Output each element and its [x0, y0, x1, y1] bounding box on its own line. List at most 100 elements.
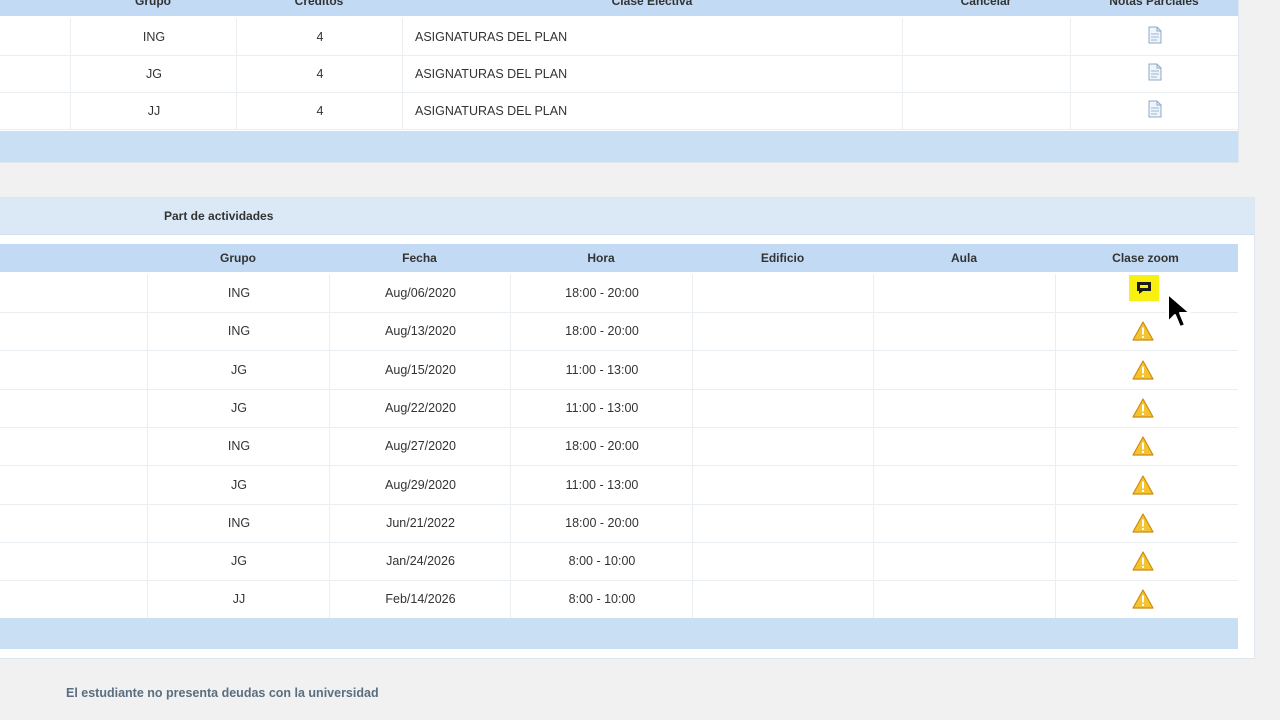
warning-icon[interactable] — [1132, 551, 1154, 571]
empty-cell — [0, 55, 70, 92]
cell-fecha: Aug/29/2020 — [329, 465, 511, 504]
cell-aula — [873, 350, 1056, 389]
cell-edificio — [692, 465, 874, 504]
cell-hora: 8:00 - 10:00 — [510, 580, 693, 619]
table-row: JG Aug/22/2020 11:00 - 13:00 — [0, 388, 1238, 428]
empty-cell — [0, 542, 147, 580]
warning-icon[interactable] — [1132, 474, 1154, 495]
table-row: JG Aug/15/2020 11:00 - 13:00 — [0, 350, 1238, 390]
header-grupo: Grupo — [220, 251, 256, 265]
cell-creditos: 4 — [236, 18, 403, 55]
cell-aula — [873, 580, 1056, 619]
clase-zoom-cell — [1055, 427, 1236, 466]
activities-panel: Part de actividades Grupo Fecha Hora Edi… — [0, 197, 1255, 659]
empty-cell — [0, 351, 147, 389]
warning-icon[interactable] — [1132, 398, 1154, 418]
empty-cell — [0, 504, 147, 542]
cell-aula — [873, 503, 1056, 542]
warning-icon[interactable] — [1132, 436, 1154, 456]
cell-grupo: ING — [147, 312, 330, 351]
cell-fecha: Aug/22/2020 — [329, 388, 511, 427]
header-aula: Aula — [950, 251, 977, 265]
clase-zoom-cell — [1055, 465, 1236, 504]
empty-cell — [902, 92, 1071, 129]
cell-aula — [873, 542, 1056, 581]
cell-grupo: ING — [70, 18, 237, 55]
cell-hora: 18:00 - 20:00 — [510, 427, 693, 466]
clase-zoom-cell — [1055, 312, 1236, 351]
empty-cell — [0, 312, 147, 350]
cell-clase: ASIGNATURAS DEL PLAN — [402, 55, 902, 92]
cell-aula — [873, 312, 1056, 351]
cell-edificio — [692, 427, 874, 466]
table-row: JG Jan/24/2026 8:00 - 10:00 — [0, 542, 1238, 582]
table-row: ING Aug/27/2020 18:00 - 20:00 — [0, 427, 1238, 467]
cell-grupo: JG — [147, 388, 330, 427]
cell-grupo: ING — [147, 503, 330, 542]
zoom-chat-icon[interactable] — [1129, 275, 1159, 301]
cell-edificio — [692, 580, 874, 619]
document-icon[interactable] — [1147, 100, 1163, 121]
cell-aula — [873, 465, 1056, 504]
cell-grupo: JJ — [147, 580, 330, 619]
header-fecha: Fecha — [402, 251, 437, 265]
warning-icon[interactable] — [1132, 589, 1154, 609]
cell-creditos: 4 — [236, 92, 403, 129]
cell-fecha: Aug/15/2020 — [329, 350, 511, 389]
clase-zoom-cell — [1055, 350, 1236, 389]
cell-hora: 8:00 - 10:00 — [510, 542, 693, 581]
cell-fecha: Aug/27/2020 — [329, 427, 511, 466]
cell-aula — [873, 274, 1056, 312]
courses-table-header: Grupo Créditos Clase Electiva Cancelar N… — [0, 0, 1238, 16]
cell-fecha: Feb/14/2026 — [329, 580, 511, 619]
cell-edificio — [692, 542, 874, 581]
document-icon[interactable] — [1147, 26, 1163, 47]
cell-fecha: Aug/06/2020 — [329, 274, 511, 312]
empty-cell — [0, 274, 147, 312]
table-row: JG Aug/29/2020 11:00 - 13:00 — [0, 465, 1238, 505]
cell-clase: ASIGNATURAS DEL PLAN — [402, 92, 902, 129]
activities-title: Part de actividades — [164, 209, 274, 223]
clase-zoom-cell — [1055, 580, 1236, 619]
clase-zoom-cell — [1055, 274, 1236, 312]
header-cancelar: Cancelar — [960, 0, 1012, 8]
warning-icon[interactable] — [1132, 321, 1154, 341]
clase-zoom-cell — [1055, 542, 1236, 581]
cell-edificio — [692, 503, 874, 542]
cell-hora: 11:00 - 13:00 — [510, 350, 693, 389]
cell-edificio — [692, 274, 874, 312]
cell-grupo: ING — [147, 427, 330, 466]
cell-grupo: JG — [147, 542, 330, 581]
empty-cell — [0, 92, 70, 129]
cell-aula — [873, 388, 1056, 427]
table-row: JJ Feb/14/2026 8:00 - 10:00 — [0, 580, 1238, 620]
cell-creditos: 4 — [236, 55, 403, 92]
document-icon[interactable] — [1147, 63, 1163, 84]
cell-edificio — [692, 312, 874, 351]
empty-cell — [902, 18, 1071, 55]
clase-zoom-cell — [1055, 503, 1236, 542]
courses-table-footer — [0, 131, 1238, 162]
header-hora: Hora — [587, 251, 615, 265]
cell-clase: ASIGNATURAS DEL PLAN — [402, 18, 902, 55]
debt-status-note: El estudiante no presenta deudas con la … — [66, 686, 379, 700]
table-row: JJ 4 ASIGNATURAS DEL PLAN — [0, 92, 1238, 130]
cell-hora: 18:00 - 20:00 — [510, 503, 693, 542]
cell-grupo: JG — [70, 55, 237, 92]
cell-grupo: JJ — [70, 92, 237, 129]
table-row: ING Aug/06/2020 18:00 - 20:00 — [0, 274, 1238, 313]
header-grupo: Grupo — [135, 0, 171, 8]
cell-hora: 11:00 - 13:00 — [510, 388, 693, 427]
cell-aula — [873, 427, 1056, 466]
notas-parciales-cell — [1070, 18, 1239, 55]
empty-cell — [0, 389, 147, 427]
cell-fecha: Jun/21/2022 — [329, 503, 511, 542]
activities-table-footer — [0, 618, 1238, 649]
cell-hora: 11:00 - 13:00 — [510, 465, 693, 504]
cell-fecha: Aug/13/2020 — [329, 312, 511, 351]
cell-grupo: ING — [147, 274, 330, 312]
warning-icon[interactable] — [1132, 513, 1154, 533]
cell-fecha: Jan/24/2026 — [329, 542, 511, 581]
header-notas-parciales: Notas Parciales — [1109, 0, 1199, 8]
warning-icon[interactable] — [1132, 359, 1154, 380]
